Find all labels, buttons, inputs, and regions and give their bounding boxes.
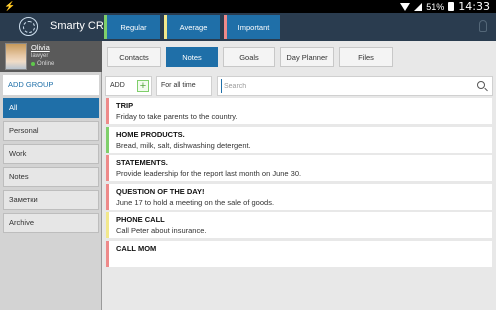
note-item[interactable]: HOME PRODUCTS. Bread, milk, salt, dishwa… [106, 126, 492, 153]
usb-icon: ⚡ [4, 1, 16, 11]
search-input[interactable] [221, 79, 461, 93]
add-group-button[interactable]: ADD GROUP [3, 75, 99, 95]
group-item-work[interactable]: Work [3, 144, 99, 164]
notes-toolbar: ADD + For all time [105, 76, 493, 96]
tab-contacts[interactable]: Contacts [107, 47, 161, 67]
user-status: Online [31, 61, 54, 67]
search-box[interactable] [217, 76, 493, 96]
time-filter-dropdown[interactable]: For all time [156, 76, 212, 96]
priority-filter-average[interactable]: Average [164, 15, 220, 39]
note-body: June 17 to hold a meeting on the sale of… [116, 197, 275, 207]
status-bar: ⚡ 51% 14:33 [0, 0, 496, 13]
note-item[interactable]: QUESTION OF THE DAY! June 17 to hold a m… [106, 183, 492, 210]
note-item[interactable]: TRIP Friday to take parents to the count… [106, 98, 492, 124]
add-note-label: ADD [110, 82, 125, 89]
app-logo-icon[interactable] [19, 17, 38, 36]
priority-filter-regular[interactable]: Regular [104, 15, 160, 39]
lightbulb-icon[interactable] [479, 20, 487, 32]
avatar [5, 43, 27, 70]
user-role: lawyer [31, 53, 49, 59]
group-item-all[interactable]: All [3, 98, 99, 118]
tab-bar: Contacts Notes Goals Day Planner Files [107, 47, 393, 67]
online-status-icon [31, 62, 35, 66]
tab-notes[interactable]: Notes [166, 47, 218, 67]
note-title: CALL MOM [116, 243, 157, 253]
app-header: Smarty CRM Regular Average Important [0, 13, 496, 41]
note-title: QUESTION OF THE DAY! [116, 186, 205, 196]
battery-percent: 51% [426, 1, 445, 12]
user-profile[interactable]: Olivia lawyer Online [0, 41, 102, 72]
note-item[interactable]: PHONE CALL Call Peter about insurance. [106, 212, 492, 238]
group-list: All Personal Work Notes Заметки Archive [3, 98, 99, 236]
note-title: HOME PRODUCTS. [116, 129, 185, 139]
notes-list: TRIP Friday to take parents to the count… [106, 98, 492, 269]
sidebar: Olivia lawyer Online ADD GROUP All Perso… [0, 41, 102, 310]
group-item-personal[interactable]: Personal [3, 121, 99, 141]
group-item-zametki[interactable]: Заметки [3, 190, 99, 210]
wifi-icon [400, 2, 411, 11]
group-item-archive[interactable]: Archive [3, 213, 99, 233]
note-title: STATEMENTS. [116, 158, 168, 167]
user-status-label: Online [37, 61, 55, 67]
search-icon[interactable] [477, 81, 485, 89]
plus-icon[interactable]: + [137, 80, 149, 92]
signal-icon [414, 2, 423, 11]
clock: 14:33 [458, 0, 490, 13]
note-item[interactable]: STATEMENTS. Provide leadership for the r… [106, 155, 492, 181]
note-title: PHONE CALL [116, 215, 165, 224]
note-title: TRIP [116, 101, 134, 110]
note-body: Friday to take parents to the country. [116, 112, 238, 121]
tab-files[interactable]: Files [339, 47, 393, 67]
priority-filter-important[interactable]: Important [224, 15, 280, 39]
battery-icon [448, 2, 455, 11]
note-item[interactable]: CALL MOM [106, 240, 492, 267]
tab-day-planner[interactable]: Day Planner [280, 47, 334, 67]
add-note-button[interactable]: ADD + [105, 76, 152, 96]
note-body: Call Peter about insurance. [116, 226, 207, 235]
note-body: Bread, milk, salt, dishwashing detergent… [116, 140, 251, 150]
tab-goals[interactable]: Goals [223, 47, 275, 67]
user-name[interactable]: Olivia [31, 43, 50, 52]
group-item-notes[interactable]: Notes [3, 167, 99, 187]
note-body: Provide leadership for the report last m… [116, 169, 302, 178]
